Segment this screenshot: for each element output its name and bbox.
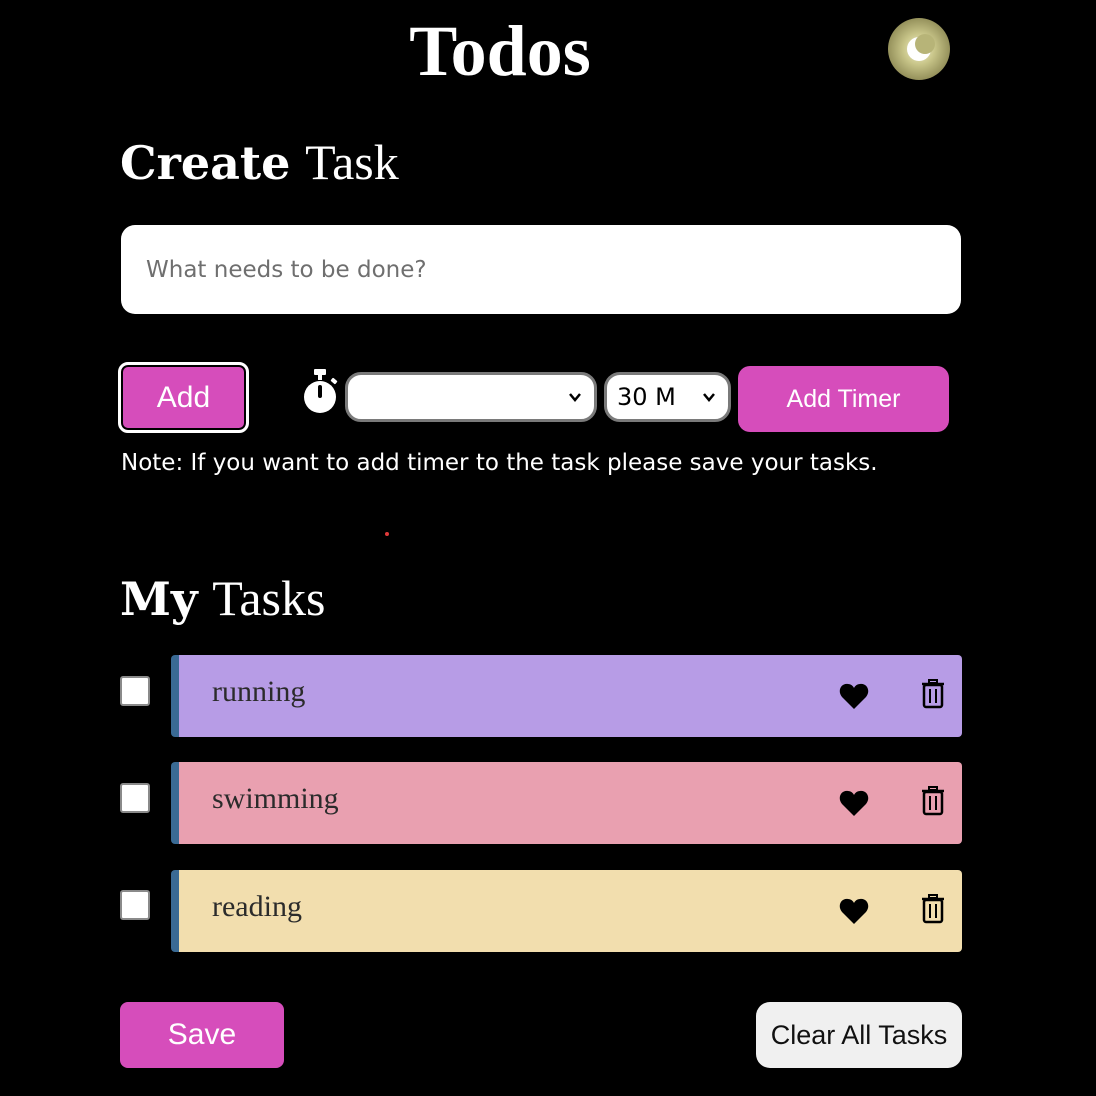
task-card: swimming [171,762,962,844]
chevron-down-icon [569,393,581,402]
task-checkbox[interactable] [120,676,150,706]
timer-note: Note: If you want to add timer to the ta… [121,450,878,476]
heart-icon[interactable] [839,682,869,710]
task-label: reading [212,890,302,923]
decorative-dot [385,532,389,536]
moon-icon [907,34,935,61]
save-button[interactable]: Save [120,1002,284,1068]
task-card: running [171,655,962,737]
my-tasks-heading: My Tasks [120,570,325,627]
chevron-down-icon [703,393,715,402]
trash-icon[interactable] [920,679,946,709]
create-heading-light: Task [305,134,399,190]
create-task-heading: Create Task [120,134,399,191]
add-timer-button[interactable]: Add Timer [738,366,949,432]
heart-icon[interactable] [839,897,869,925]
create-heading-bold: Create [120,136,291,190]
clear-all-tasks-button[interactable]: Clear All Tasks [756,1002,962,1068]
task-card: reading [171,870,962,952]
trash-icon[interactable] [920,786,946,816]
task-label: running [212,675,306,708]
task-input[interactable] [121,225,961,314]
app-title: Todos [409,11,591,91]
theme-toggle-button[interactable] [888,18,950,80]
tasks-heading-light: Tasks [212,570,326,626]
heart-icon[interactable] [839,789,869,817]
task-checkbox[interactable] [120,890,150,920]
duration-select[interactable]: 30 M [604,372,731,422]
add-task-button[interactable]: Add [118,362,249,433]
task-select[interactable] [345,372,597,422]
stopwatch-icon [304,369,338,413]
trash-icon[interactable] [920,894,946,924]
task-label: swimming [212,782,339,815]
tasks-heading-bold: My [120,572,198,626]
task-checkbox[interactable] [120,783,150,813]
duration-select-value: 30 M [617,383,676,411]
